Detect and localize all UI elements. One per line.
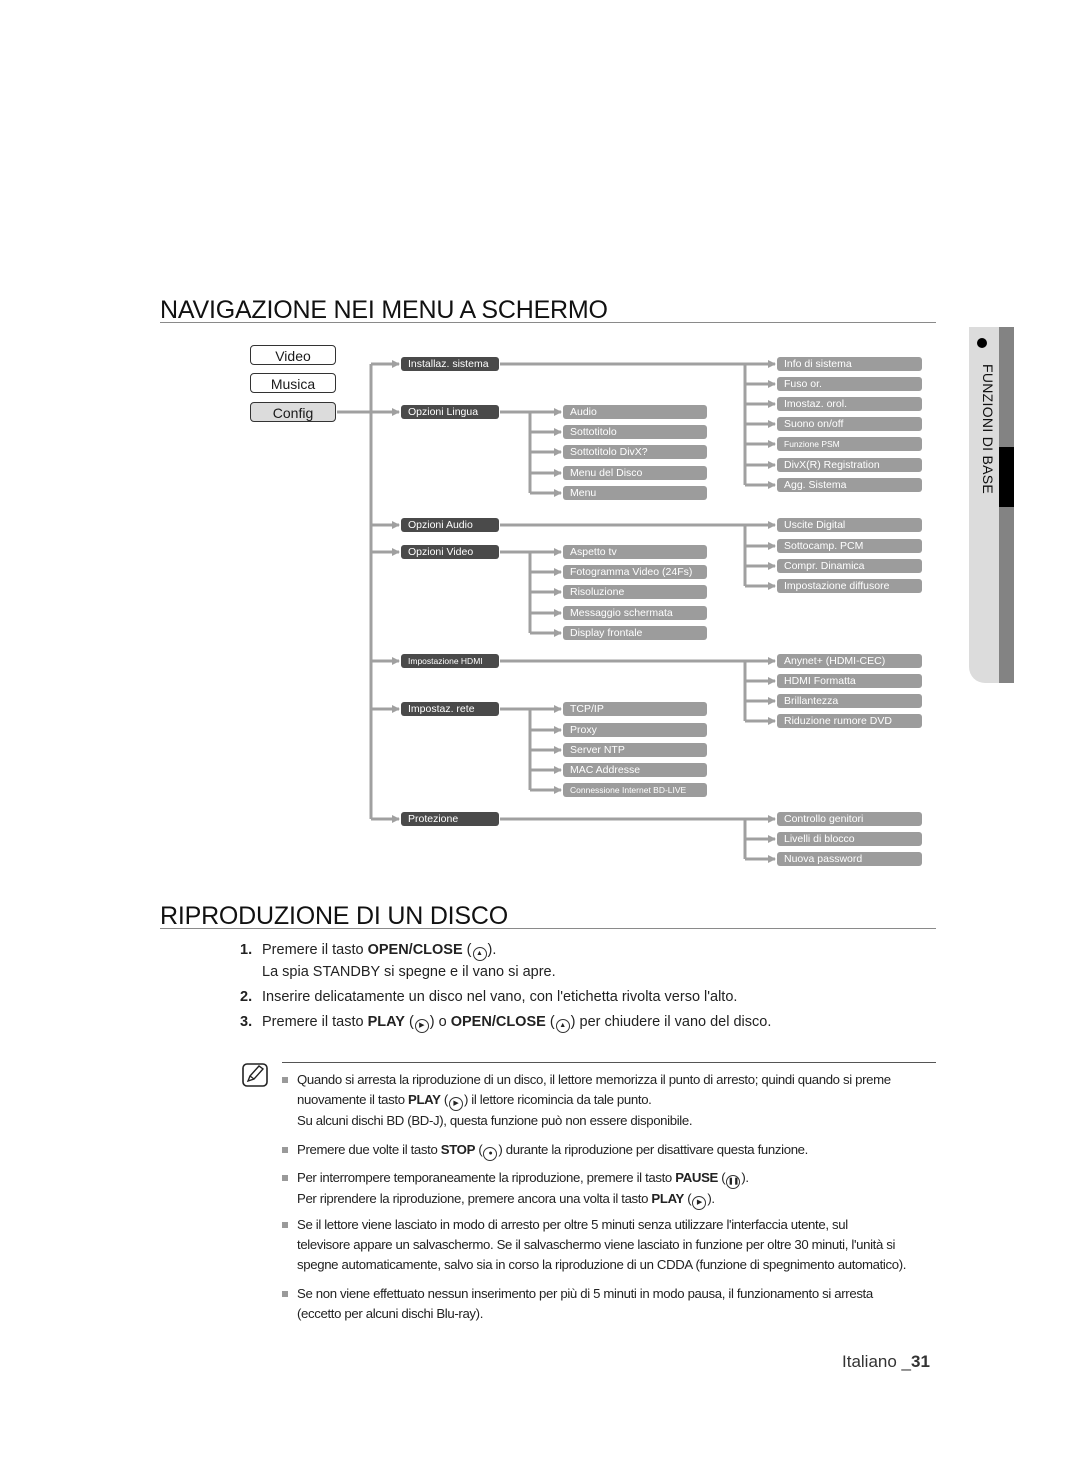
menu-item-messaggio-schermata[interactable]: Messaggio schermata [563, 606, 707, 620]
page-number: 31 [911, 1352, 930, 1371]
root-menu-video[interactable]: Video [250, 345, 336, 365]
note-bullet [282, 1175, 288, 1181]
note-bullet [282, 1077, 288, 1083]
footer-language: Italiano _ [842, 1352, 911, 1371]
note-bullet [282, 1291, 288, 1297]
step-1: 1. Premere il tasto OPEN/CLOSE (▲). [240, 942, 496, 961]
menu-item-risoluzione[interactable]: Risoluzione [563, 585, 707, 599]
menu-item-info-di-sistema[interactable]: Info di sistema [777, 357, 922, 371]
menu-item-hdmi-formatta[interactable]: HDMI Formatta [777, 674, 922, 688]
menu-item-sottotitolo-divx[interactable]: Sottotitolo DivX? [563, 445, 707, 459]
step-1-detail: La spia STANDBY si spegne e il vano si a… [262, 964, 556, 980]
menu-node-impostazione-hdmi[interactable]: Impostazione HDMI [401, 654, 499, 668]
step-number: 1. [240, 942, 253, 958]
root-menu-config[interactable]: Config [250, 402, 336, 422]
menu-item-livelli-di-blocco[interactable]: Livelli di blocco [777, 832, 922, 846]
menu-item-connessione-internet-bd-live[interactable]: Connessione Internet BD-LIVE [563, 783, 707, 797]
key-open-close: OPEN/CLOSE [450, 1014, 546, 1030]
key-open-close: OPEN/CLOSE [367, 942, 463, 958]
notes-rule [282, 1062, 936, 1063]
step-number: 3. [240, 1014, 253, 1030]
note-2: Premere due volte il tasto STOP (●) dura… [297, 1140, 937, 1161]
play-icon: ▶ [692, 1196, 707, 1210]
menu-item-proxy[interactable]: Proxy [563, 723, 707, 737]
menu-item-sottocamp-pcm[interactable]: Sottocamp. PCM [777, 539, 922, 553]
menu-item-fuso-or[interactable]: Fuso or. [777, 377, 922, 391]
menu-item-audio[interactable]: Audio [563, 405, 707, 419]
section-title-playback: RIPRODUZIONE DI UN DISCO [160, 902, 508, 930]
note-bullet [282, 1222, 288, 1228]
note-bullet [282, 1147, 288, 1153]
eject-icon: ▲ [472, 947, 487, 961]
menu-item-sottotitolo[interactable]: Sottotitolo [563, 425, 707, 439]
menu-item-brillantezza[interactable]: Brillantezza [777, 694, 922, 708]
menu-item-controllo-genitori[interactable]: Controllo genitori [777, 812, 922, 826]
menu-item-divx-registration[interactable]: DivX(R) Registration [777, 458, 922, 472]
menu-item-impostazione-diffusore[interactable]: Impostazione diffusore [777, 579, 922, 593]
menu-item-menu[interactable]: Menu [563, 486, 707, 500]
step-2: 2. Inserire delicatamente un disco nel va… [240, 989, 738, 1005]
menu-item-compr-dinamica[interactable]: Compr. Dinamica [777, 559, 922, 573]
menu-node-installaz-sistema[interactable]: Installaz. sistema [401, 357, 499, 371]
menu-item-suono-on-off[interactable]: Suono on/off [777, 417, 922, 431]
step-3: 3. Premere il tasto PLAY (▶) o OPEN/CLOSE… [240, 1014, 771, 1033]
menu-item-anynet[interactable]: Anynet+ (HDMI-CEC) [777, 654, 922, 668]
root-menu-musica[interactable]: Musica [250, 373, 336, 393]
menu-item-aspetto-tv[interactable]: Aspetto tv [563, 545, 707, 559]
bullet-dot-icon [977, 338, 987, 348]
play-icon: ▶ [414, 1019, 429, 1033]
menu-node-opzioni-video[interactable]: Opzioni Video [401, 545, 499, 559]
menu-item-server-ntp[interactable]: Server NTP [563, 743, 707, 757]
section-rule [160, 928, 936, 929]
page-footer: Italiano _31 [842, 1352, 930, 1372]
menu-item-display-frontale[interactable]: Display frontale [563, 626, 707, 640]
note-5: Se non viene effettuato nessun inserimen… [297, 1286, 873, 1321]
menu-node-opzioni-lingua[interactable]: Opzioni Lingua [401, 405, 499, 419]
key-play: PLAY [367, 1014, 405, 1030]
note-1: Quando si arresta la riproduzione di un … [297, 1072, 891, 1128]
menu-item-imostaz-orol[interactable]: Imostaz. orol. [777, 397, 922, 411]
menu-item-tcp-ip[interactable]: TCP/IP [563, 702, 707, 716]
menu-node-opzioni-audio[interactable]: Opzioni Audio [401, 518, 499, 532]
menu-item-nuova-password[interactable]: Nuova password [777, 852, 922, 866]
note-pencil-icon [242, 1063, 268, 1087]
pause-icon: ❚❚ [726, 1175, 741, 1189]
eject-icon: ▲ [555, 1019, 570, 1033]
menu-item-menu-del-disco[interactable]: Menu del Disco [563, 466, 707, 480]
note-4: Se il lettore viene lasciato in modo di … [297, 1217, 907, 1272]
menu-item-funzione-psm[interactable]: Funzione PSM [777, 437, 922, 451]
menu-node-protezione[interactable]: Protezione [401, 812, 499, 826]
step-number: 2. [240, 989, 253, 1005]
menu-node-impostaz-rete[interactable]: Impostaz. rete [401, 702, 499, 716]
menu-item-riduzione-rumore-dvd[interactable]: Riduzione rumore DVD [777, 714, 922, 728]
stop-icon: ● [483, 1147, 498, 1161]
menu-item-agg-sistema[interactable]: Agg. Sistema [777, 478, 922, 492]
chapter-side-bar-marker [999, 447, 1014, 507]
note-3: Per interrompere temporaneamente la ripr… [297, 1168, 937, 1210]
play-icon: ▶ [448, 1097, 463, 1111]
menu-item-fotogramma-video[interactable]: Fotogramma Video (24Fs) [563, 565, 707, 579]
chapter-label: FUNZIONI DI BASE [980, 364, 996, 495]
menu-item-mac-addresse[interactable]: MAC Addresse [563, 763, 707, 777]
menu-item-uscite-digital[interactable]: Uscite Digital [777, 518, 922, 532]
